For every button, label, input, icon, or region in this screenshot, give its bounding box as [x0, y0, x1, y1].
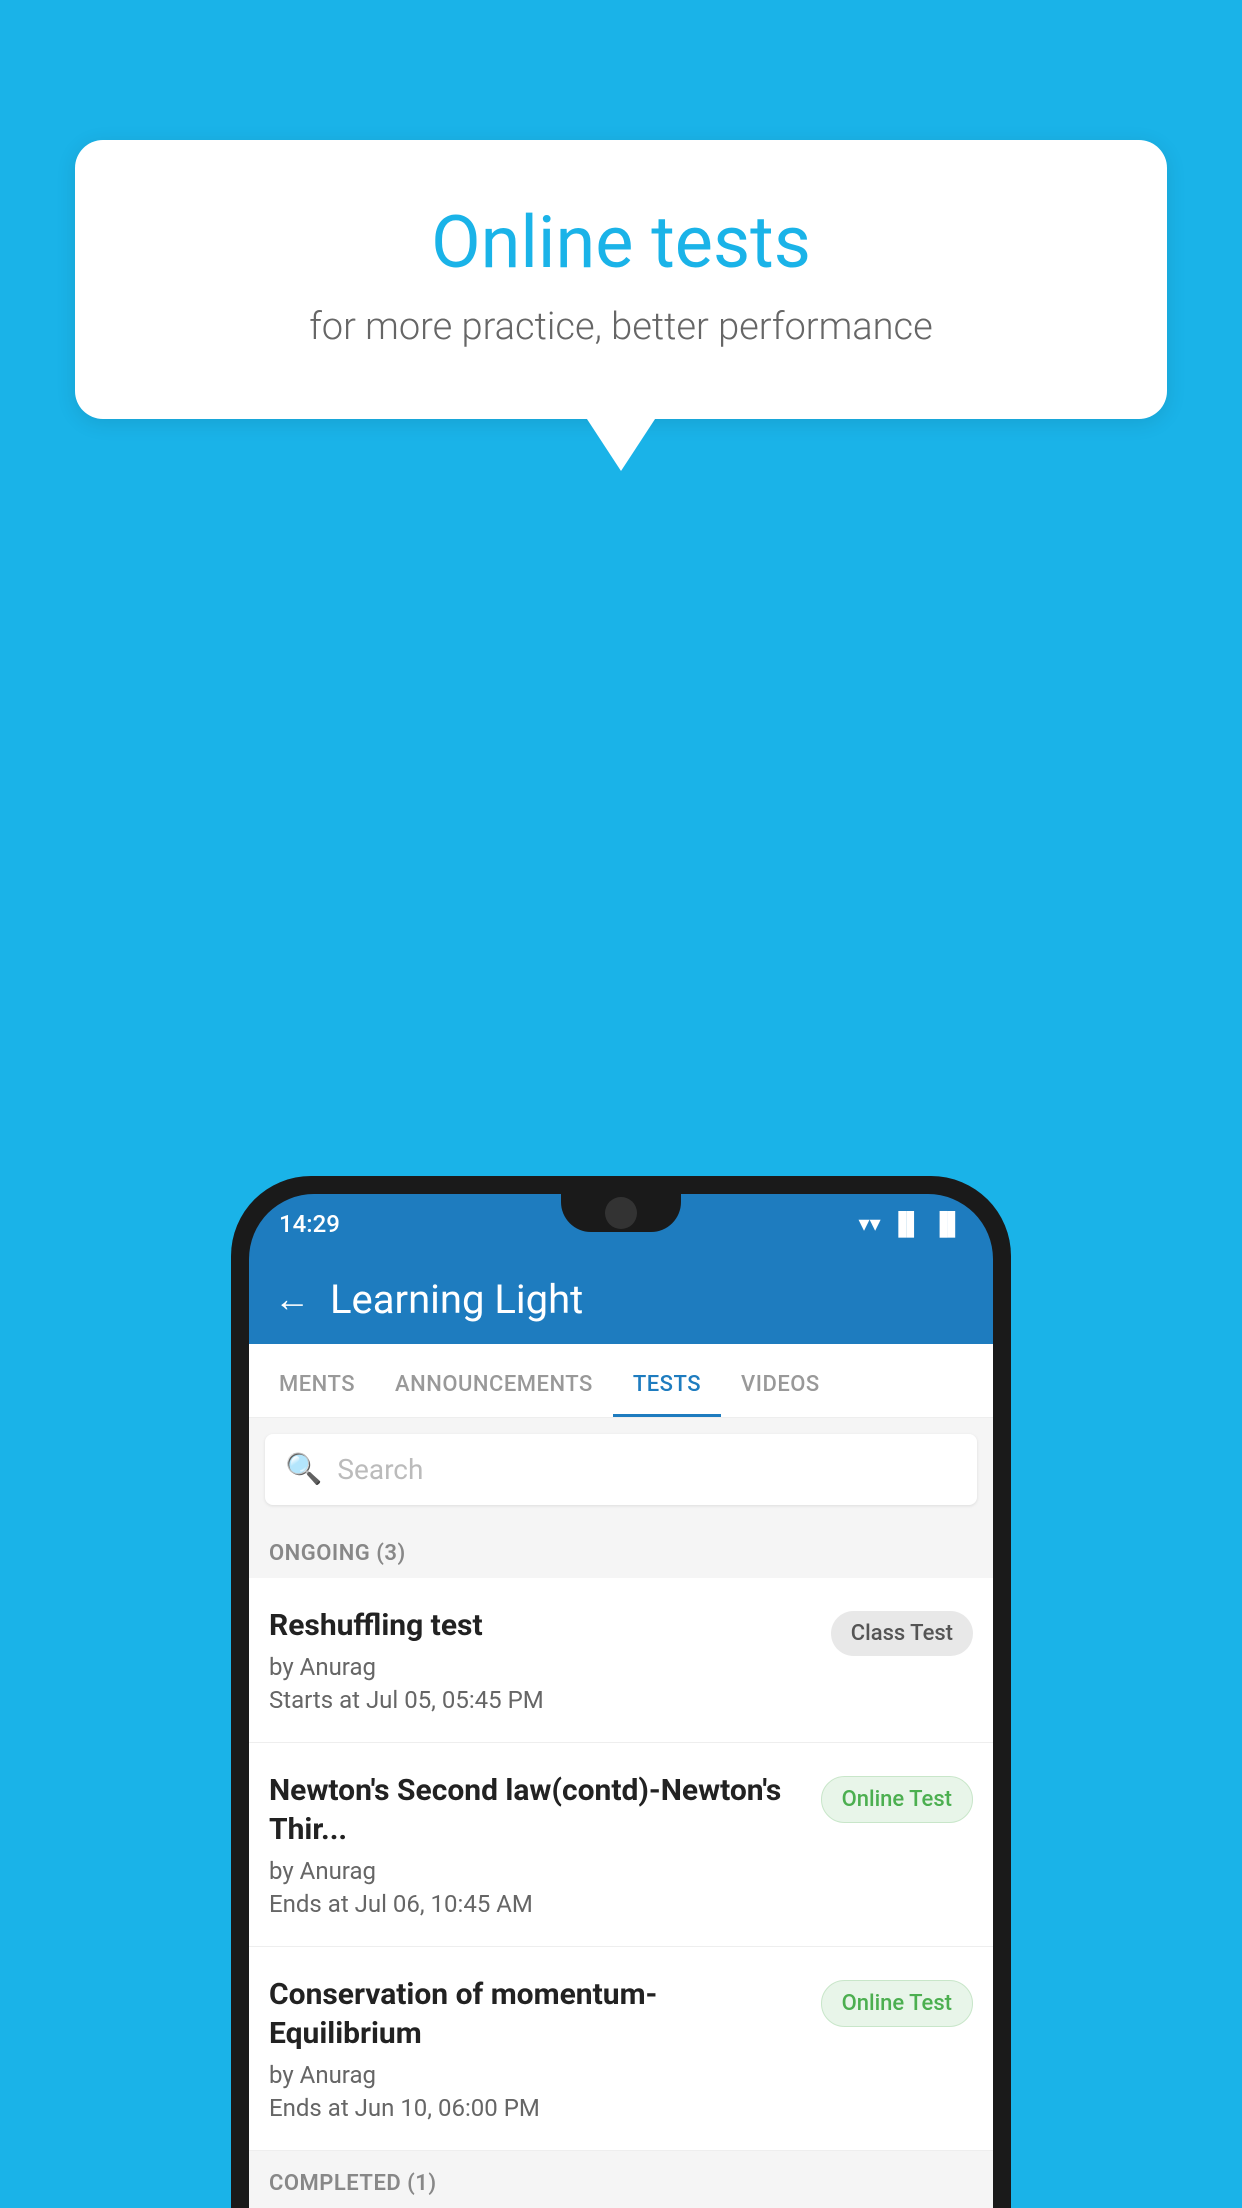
test-time-1: Starts at Jul 05, 05:45 PM: [269, 1686, 816, 1714]
test-author-3: by Anurag: [269, 2061, 806, 2089]
test-info-2: Newton's Second law(contd)-Newton's Thir…: [269, 1771, 821, 1918]
test-info-1: Reshuffling test by Anurag Starts at Jul…: [269, 1606, 831, 1714]
completed-label: COMPLETED (1): [269, 2171, 437, 2196]
camera: [605, 1197, 637, 1229]
signal-icon: ▐▌: [891, 1211, 922, 1237]
test-author-2: by Anurag: [269, 1857, 806, 1885]
tab-announcements[interactable]: ANNOUNCEMENTS: [375, 1344, 613, 1417]
test-time-2: Ends at Jul 06, 10:45 AM: [269, 1890, 806, 1918]
status-time: 14:29: [279, 1210, 340, 1238]
app-title: Learning Light: [330, 1276, 583, 1323]
ongoing-label: ONGOING (3): [269, 1541, 406, 1566]
ongoing-section-header: ONGOING (3): [249, 1521, 993, 1578]
tabs-bar: MENTS ANNOUNCEMENTS TESTS VIDEOS: [249, 1344, 993, 1418]
test-name-2: Newton's Second law(contd)-Newton's Thir…: [269, 1771, 806, 1849]
tab-videos[interactable]: VIDEOS: [721, 1344, 840, 1417]
test-card-3[interactable]: Conservation of momentum-Equilibrium by …: [249, 1947, 993, 2151]
test-name-1: Reshuffling test: [269, 1606, 816, 1645]
phone-screen: MENTS ANNOUNCEMENTS TESTS VIDEOS 🔍: [249, 1344, 993, 2208]
tab-tests[interactable]: TESTS: [613, 1344, 721, 1417]
wifi-icon: ▾▾: [859, 1212, 881, 1237]
bubble-subtitle: for more practice, better performance: [125, 305, 1117, 349]
battery-icon: ▐▌: [932, 1211, 963, 1237]
test-card-2[interactable]: Newton's Second law(contd)-Newton's Thir…: [249, 1743, 993, 1947]
search-placeholder: Search: [337, 1453, 423, 1486]
test-time-3: Ends at Jun 10, 06:00 PM: [269, 2094, 806, 2122]
status-bar: 14:29 ▾▾ ▐▌ ▐▌: [249, 1194, 993, 1254]
phone-mockup: 14:29 ▾▾ ▐▌ ▐▌ ← Learning Light MENTS: [231, 1176, 1011, 2208]
app-header: ← Learning Light: [249, 1254, 993, 1344]
test-info-3: Conservation of momentum-Equilibrium by …: [269, 1975, 821, 2122]
phone-inner: 14:29 ▾▾ ▐▌ ▐▌ ← Learning Light MENTS: [249, 1194, 993, 2208]
search-bar-container: 🔍 Search: [249, 1418, 993, 1521]
test-badge-3: Online Test: [821, 1980, 973, 2027]
completed-section-header: COMPLETED (1): [249, 2151, 993, 2208]
speech-bubble-container: Online tests for more practice, better p…: [75, 140, 1167, 419]
search-icon: 🔍: [285, 1452, 322, 1487]
status-icons: ▾▾ ▐▌ ▐▌: [859, 1211, 963, 1237]
search-bar[interactable]: 🔍 Search: [265, 1434, 977, 1505]
test-name-3: Conservation of momentum-Equilibrium: [269, 1975, 806, 2053]
phone-notch: [561, 1194, 681, 1232]
tab-ments[interactable]: MENTS: [259, 1344, 375, 1417]
bubble-title: Online tests: [125, 200, 1117, 285]
back-button[interactable]: ←: [274, 1278, 310, 1320]
test-author-1: by Anurag: [269, 1653, 816, 1681]
speech-bubble: Online tests for more practice, better p…: [75, 140, 1167, 419]
test-badge-1: Class Test: [831, 1611, 973, 1656]
test-card-1[interactable]: Reshuffling test by Anurag Starts at Jul…: [249, 1578, 993, 1743]
phone-outer: 14:29 ▾▾ ▐▌ ▐▌ ← Learning Light MENTS: [231, 1176, 1011, 2208]
test-badge-2: Online Test: [821, 1776, 973, 1823]
